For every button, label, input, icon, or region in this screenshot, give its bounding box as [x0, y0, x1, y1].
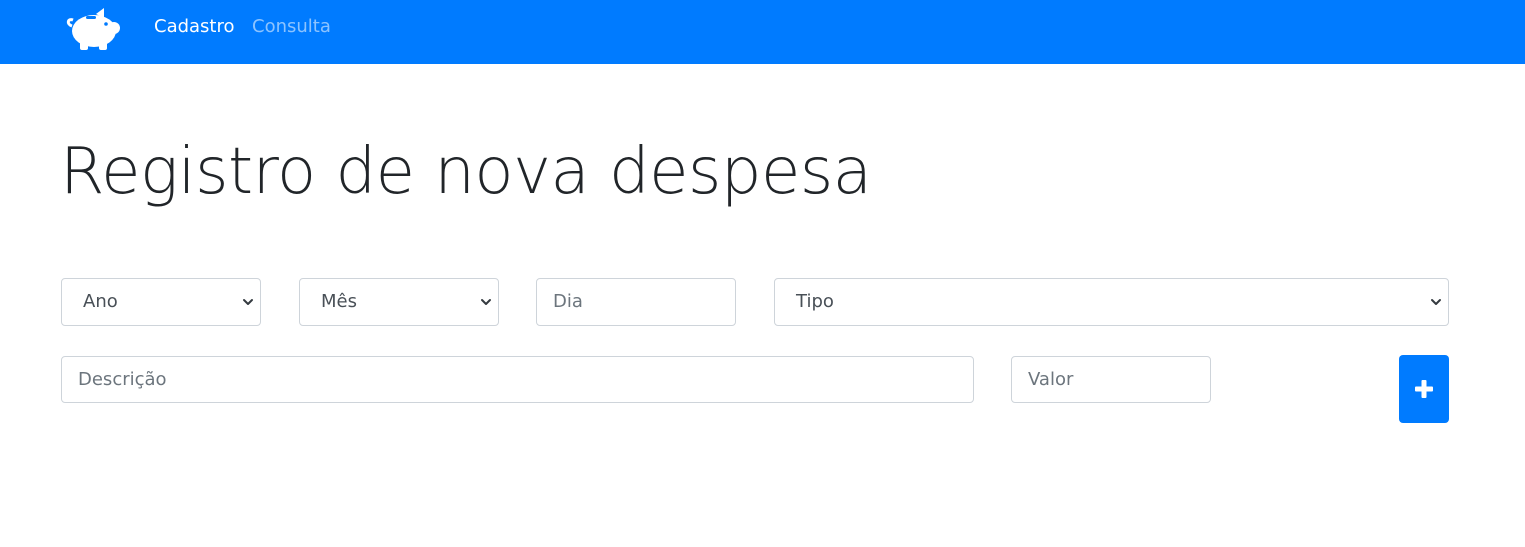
plus-icon — [1415, 380, 1433, 398]
page-title: Registro de nova despesa — [60, 135, 872, 209]
chevron-down-icon — [481, 299, 491, 305]
tipo-select[interactable]: Tipo — [774, 278, 1449, 326]
mes-select[interactable]: Mês — [299, 278, 499, 326]
add-expense-button[interactable] — [1399, 355, 1449, 423]
valor-input-placeholder: Valor — [1028, 369, 1074, 390]
chevron-down-icon — [243, 299, 253, 305]
piggy-bank-icon[interactable] — [66, 4, 122, 52]
valor-input[interactable]: Valor — [1011, 356, 1211, 403]
descricao-input-placeholder: Descrição — [78, 369, 167, 390]
ano-select-value: Ano — [83, 291, 118, 312]
dia-input[interactable]: Dia — [536, 278, 736, 326]
ano-select[interactable]: Ano — [61, 278, 261, 326]
tipo-select-value: Tipo — [796, 291, 834, 312]
mes-select-value: Mês — [321, 291, 357, 312]
dia-input-placeholder: Dia — [553, 291, 583, 312]
descricao-input[interactable]: Descrição — [61, 356, 974, 403]
chevron-down-icon — [1431, 299, 1441, 305]
nav-link-consulta[interactable]: Consulta — [252, 15, 331, 39]
navbar: Cadastro Consulta — [0, 0, 1525, 64]
nav-link-cadastro[interactable]: Cadastro — [154, 15, 235, 39]
